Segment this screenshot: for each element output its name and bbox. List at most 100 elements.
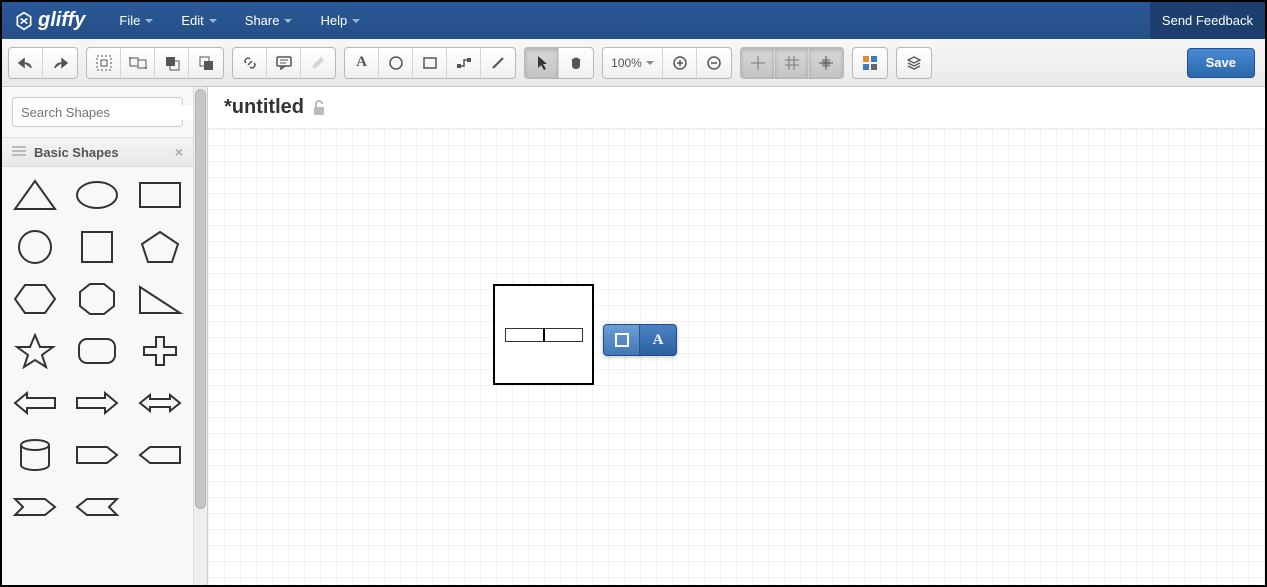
- menu-help[interactable]: Help: [306, 2, 374, 39]
- panel-header-basic-shapes[interactable]: Basic Shapes ×: [2, 137, 193, 167]
- rect-tool-button[interactable]: [413, 48, 447, 78]
- guides-icon: [818, 55, 834, 71]
- menu-file[interactable]: File: [105, 2, 167, 39]
- main-area: Basic Shapes ×: [2, 87, 1265, 585]
- shape-hexagon[interactable]: [11, 281, 59, 317]
- shape-rectangle[interactable]: [136, 177, 184, 213]
- zoom-out-icon: [706, 55, 722, 71]
- shape-cylinder[interactable]: [11, 437, 59, 473]
- shapes-palette: [2, 167, 193, 535]
- shape-rounded-rect[interactable]: [73, 333, 121, 369]
- context-toolbar: A: [603, 324, 677, 356]
- connector-tool-button[interactable]: [447, 48, 481, 78]
- shape-text-editor[interactable]: [505, 328, 583, 342]
- panel-title: Basic Shapes: [34, 145, 119, 160]
- search-shapes-box[interactable]: [12, 97, 183, 127]
- chevron-down-icon: [352, 19, 360, 23]
- toolbar: A 100% Save: [2, 39, 1265, 87]
- ungroup-button[interactable]: [121, 48, 155, 78]
- grid-snap-icon: [750, 55, 766, 71]
- canvas[interactable]: A: [208, 129, 1265, 585]
- shape-pentagon[interactable]: [136, 229, 184, 265]
- zoom-out-button[interactable]: [697, 48, 731, 78]
- connector-icon: [456, 56, 472, 70]
- chevron-down-icon: [209, 19, 217, 23]
- undo-button[interactable]: [9, 48, 43, 78]
- shape-arrow-both[interactable]: [136, 385, 184, 421]
- layers-icon: [906, 55, 922, 71]
- redo-icon: [52, 56, 68, 70]
- shape-arrow-right[interactable]: [73, 385, 121, 421]
- shape-plus[interactable]: [136, 333, 184, 369]
- shape-chevron-right[interactable]: [11, 489, 59, 525]
- chevron-down-icon: [284, 19, 292, 23]
- main-menu: File Edit Share Help: [105, 2, 374, 39]
- text-style-button[interactable]: A: [640, 325, 676, 355]
- link-icon: [242, 55, 258, 71]
- logo-text: gliffy: [38, 9, 85, 32]
- square-icon: [615, 333, 629, 347]
- save-button[interactable]: Save: [1187, 48, 1255, 78]
- text-tool-button[interactable]: A: [345, 48, 379, 78]
- comment-icon: [276, 56, 292, 70]
- app-logo[interactable]: gliffy: [2, 9, 105, 32]
- chevron-down-icon: [646, 61, 654, 65]
- hand-icon: [568, 55, 584, 71]
- close-icon[interactable]: ×: [175, 144, 183, 160]
- text-icon: A: [356, 54, 367, 71]
- shape-arrow-left[interactable]: [11, 385, 59, 421]
- circle-icon: [388, 55, 404, 71]
- shape-tag-right[interactable]: [73, 437, 121, 473]
- shape-chevron-left[interactable]: [73, 489, 121, 525]
- send-back-button[interactable]: [189, 48, 223, 78]
- back-icon: [198, 55, 214, 71]
- undo-icon: [18, 56, 34, 70]
- zoom-level[interactable]: 100%: [603, 48, 663, 78]
- document-title-bar: *untitled: [208, 87, 1265, 129]
- select-icon: [96, 55, 112, 71]
- text-icon: A: [653, 332, 664, 349]
- scrollbar-thumb[interactable]: [195, 89, 206, 509]
- selected-shape[interactable]: [493, 284, 594, 385]
- shape-octagon[interactable]: [73, 281, 121, 317]
- shape-circle[interactable]: [11, 229, 59, 265]
- link-button[interactable]: [233, 48, 267, 78]
- canvas-grid: [208, 129, 1265, 585]
- menu-share[interactable]: Share: [231, 2, 307, 39]
- shape-star[interactable]: [11, 333, 59, 369]
- theme-button[interactable]: [853, 48, 887, 78]
- snap-grid-button[interactable]: [741, 48, 775, 78]
- shape-style-button[interactable]: [604, 325, 640, 355]
- logo-icon: [14, 11, 34, 31]
- sidebar-scrollbar[interactable]: [193, 87, 207, 585]
- guides-button[interactable]: [809, 48, 843, 78]
- pointer-tool-button[interactable]: [525, 48, 559, 78]
- layers-button[interactable]: [897, 48, 931, 78]
- menu-edit[interactable]: Edit: [167, 2, 230, 39]
- shape-ellipse[interactable]: [73, 177, 121, 213]
- line-tool-button[interactable]: [481, 48, 515, 78]
- show-grid-button[interactable]: [775, 48, 809, 78]
- theme-icon: [863, 56, 877, 70]
- search-input[interactable]: [21, 105, 193, 120]
- chevron-down-icon: [145, 19, 153, 23]
- redo-button[interactable]: [43, 48, 77, 78]
- square-icon: [422, 56, 438, 70]
- grid-icon: [784, 55, 800, 71]
- group-button[interactable]: [87, 48, 121, 78]
- zoom-in-button[interactable]: [663, 48, 697, 78]
- shape-square[interactable]: [73, 229, 121, 265]
- pan-tool-button[interactable]: [559, 48, 593, 78]
- comment-button[interactable]: [267, 48, 301, 78]
- ellipse-tool-button[interactable]: [379, 48, 413, 78]
- shape-right-triangle[interactable]: [136, 281, 184, 317]
- pointer-icon: [535, 55, 549, 71]
- send-feedback-button[interactable]: Send Feedback: [1150, 2, 1265, 39]
- document-title: *untitled: [224, 96, 304, 119]
- shape-triangle[interactable]: [11, 177, 59, 213]
- canvas-area: *untitled A: [208, 87, 1265, 585]
- ungroup-icon: [129, 55, 147, 71]
- shape-tag-left[interactable]: [136, 437, 184, 473]
- grip-icon: [12, 146, 26, 158]
- bring-front-button[interactable]: [155, 48, 189, 78]
